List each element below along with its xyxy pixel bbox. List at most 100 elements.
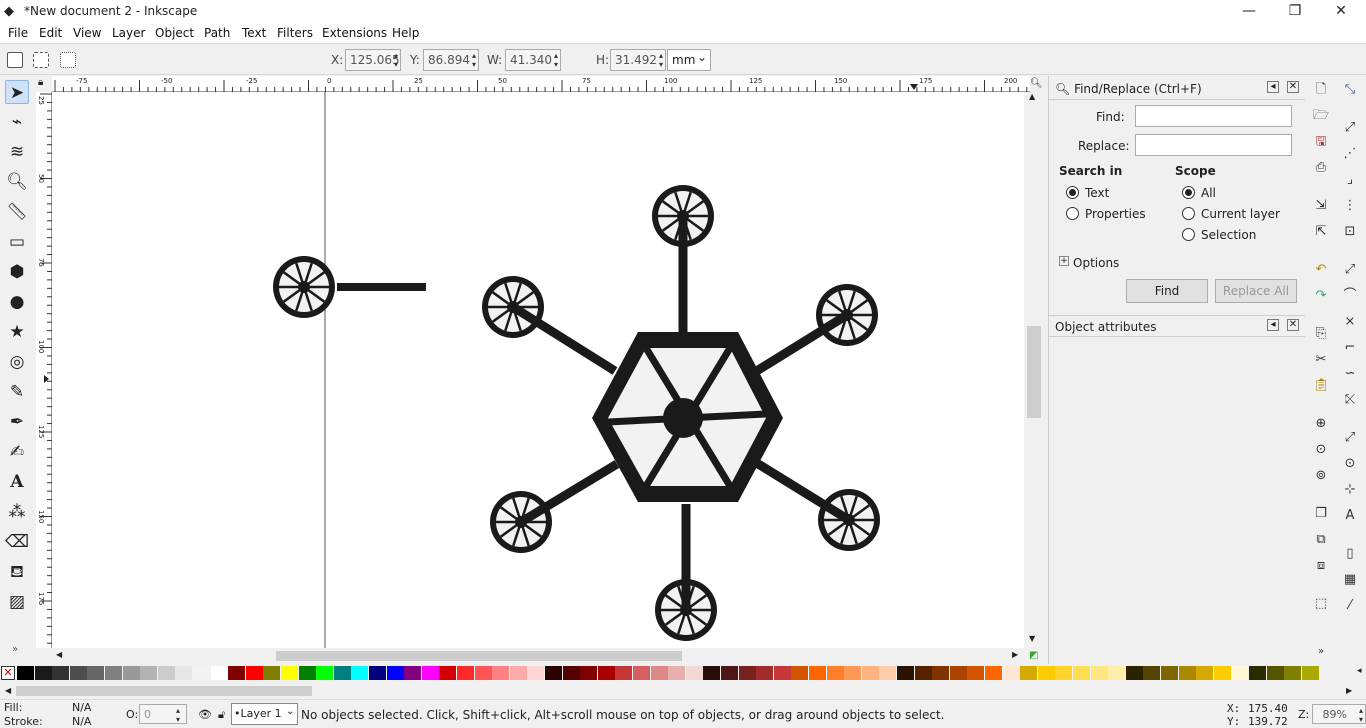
snap-others-icon[interactable]: ⤢: [1342, 430, 1358, 446]
color-swatch[interactable]: [404, 666, 422, 680]
snap-guides-icon[interactable]: ⁄: [1342, 598, 1358, 614]
color-swatch[interactable]: [703, 666, 721, 680]
menu-object[interactable]: Object: [155, 26, 194, 40]
ruler-lock-icon[interactable]: 🔒︎: [38, 77, 43, 88]
cms-toggle-icon[interactable]: ◩: [1029, 650, 1038, 661]
color-swatch[interactable]: [1143, 666, 1161, 680]
color-swatch[interactable]: [457, 666, 474, 680]
menu-path[interactable]: Path: [204, 26, 230, 40]
color-swatch[interactable]: [861, 666, 879, 680]
color-swatch[interactable]: [492, 666, 510, 680]
color-swatch[interactable]: [421, 666, 439, 680]
selector-tool-icon[interactable]: ➤: [5, 80, 29, 104]
menu-layer[interactable]: Layer: [112, 26, 145, 40]
color-swatch[interactable]: [245, 666, 263, 680]
snap-bbox-centers-icon[interactable]: ⊡: [1342, 224, 1358, 240]
gradient-tool-icon[interactable]: ▨: [5, 590, 29, 614]
palette-scroll-right-icon[interactable]: ▶: [1346, 686, 1352, 695]
replace-all-button[interactable]: Replace All: [1215, 279, 1297, 303]
color-swatch[interactable]: [985, 666, 1002, 680]
color-swatch[interactable]: [773, 666, 791, 680]
paint-bucket-tool-icon[interactable]: ⛾: [5, 560, 29, 584]
menu-view[interactable]: View: [73, 26, 101, 40]
height-input[interactable]: 31.492: [610, 49, 666, 71]
menu-extensions[interactable]: Extensions: [322, 26, 387, 40]
scope-all-label[interactable]: All: [1201, 186, 1216, 200]
replace-input[interactable]: [1135, 134, 1292, 156]
menu-filters[interactable]: Filters: [277, 26, 313, 40]
3d-box-tool-icon[interactable]: ⬢: [5, 260, 29, 284]
color-swatch[interactable]: [474, 666, 492, 680]
zoom-drawing-icon[interactable]: ⊙: [1313, 442, 1329, 458]
pencil-tool-icon[interactable]: ✎: [5, 380, 29, 404]
color-swatch[interactable]: [509, 666, 527, 680]
snap-nodes-icon[interactable]: ⤢: [1342, 262, 1358, 278]
commands-overflow-icon[interactable]: »: [1313, 644, 1329, 660]
dock-close-icon[interactable]: ✕: [1287, 81, 1299, 93]
color-swatch[interactable]: [1108, 666, 1126, 680]
color-swatch[interactable]: [1020, 666, 1038, 680]
select-all-layers-icon[interactable]: [33, 52, 49, 68]
color-swatch[interactable]: [1284, 666, 1302, 680]
options-label[interactable]: Options: [1073, 256, 1119, 270]
options-expand-icon[interactable]: +: [1059, 256, 1069, 266]
deselect-icon[interactable]: [60, 52, 76, 68]
scroll-up-icon[interactable]: ▲: [1029, 92, 1035, 101]
color-swatch[interactable]: [615, 666, 633, 680]
search-properties-radio[interactable]: [1066, 207, 1079, 220]
snap-bbox-edges-icon[interactable]: ⋰: [1342, 146, 1358, 162]
scope-current-layer-label[interactable]: Current layer: [1201, 207, 1280, 221]
duplicate-icon[interactable]: ❐: [1313, 506, 1329, 522]
snap-smooth-nodes-icon[interactable]: ∽: [1342, 366, 1358, 382]
measure-tool-icon[interactable]: 📏︎: [5, 200, 29, 224]
print-icon[interactable]: ⎙: [1313, 160, 1329, 176]
import-icon[interactable]: ⇲: [1313, 198, 1329, 214]
scope-selection-label[interactable]: Selection: [1201, 228, 1256, 242]
no-paint-swatch[interactable]: ✕: [1, 666, 15, 680]
vertical-scroll-thumb[interactable]: [1027, 326, 1041, 418]
color-swatch[interactable]: [1002, 666, 1020, 680]
color-swatch[interactable]: [650, 666, 668, 680]
rectangle-tool-icon[interactable]: ▭: [5, 230, 29, 254]
find-button[interactable]: Find: [1126, 279, 1208, 303]
color-swatch[interactable]: [597, 666, 615, 680]
color-swatch[interactable]: [1037, 666, 1055, 680]
color-swatch[interactable]: [914, 666, 932, 680]
snap-intersections-icon[interactable]: ⨯: [1342, 314, 1358, 330]
color-swatch[interactable]: [69, 666, 87, 680]
calligraphy-tool-icon[interactable]: ✍: [5, 440, 29, 464]
color-swatch[interactable]: [157, 666, 175, 680]
zoom-page-icon[interactable]: ⊚: [1313, 468, 1329, 484]
color-swatch[interactable]: [17, 666, 34, 680]
copy-icon[interactable]: ⎘: [1313, 326, 1329, 342]
unlink-clone-icon[interactable]: ⧈: [1313, 558, 1329, 574]
scroll-down-icon[interactable]: ▼: [1029, 634, 1035, 643]
zoom-corner-icon[interactable]: 🔍︎: [1030, 78, 1043, 89]
redo-icon[interactable]: ↷: [1313, 288, 1329, 304]
dock-collapse-icon[interactable]: ◂: [1267, 81, 1279, 93]
snap-bbox-icon[interactable]: ⤢: [1342, 120, 1358, 136]
color-swatch[interactable]: [721, 666, 738, 680]
spiral-tool-icon[interactable]: ◎: [5, 350, 29, 374]
color-swatch[interactable]: [1090, 666, 1108, 680]
menu-help[interactable]: Help: [392, 26, 419, 40]
color-swatch[interactable]: [844, 666, 862, 680]
scroll-right-icon[interactable]: ▶: [1012, 650, 1018, 659]
color-swatch[interactable]: [580, 666, 598, 680]
layer-select[interactable]: •Layer 1 ⌄: [231, 703, 298, 725]
snap-bbox-midpoints-icon[interactable]: ⋮: [1342, 198, 1358, 214]
paste-icon[interactable]: 📋︎: [1313, 378, 1330, 394]
search-text-radio[interactable]: [1066, 186, 1079, 199]
scroll-left-icon[interactable]: ◀: [56, 650, 62, 659]
drawing-canvas[interactable]: [52, 92, 1024, 648]
color-swatch[interactable]: [228, 666, 246, 680]
color-swatch[interactable]: [527, 666, 545, 680]
color-swatch[interactable]: [105, 666, 122, 680]
layer-visibility-icon[interactable]: 👁︎: [198, 708, 212, 721]
color-swatch[interactable]: [791, 666, 809, 680]
maximize-button[interactable]: ❐: [1272, 0, 1318, 24]
fill-value[interactable]: N/A: [72, 701, 91, 714]
palette-scroll-thumb[interactable]: [16, 686, 312, 696]
color-swatch[interactable]: [298, 666, 316, 680]
color-swatch[interactable]: [633, 666, 650, 680]
